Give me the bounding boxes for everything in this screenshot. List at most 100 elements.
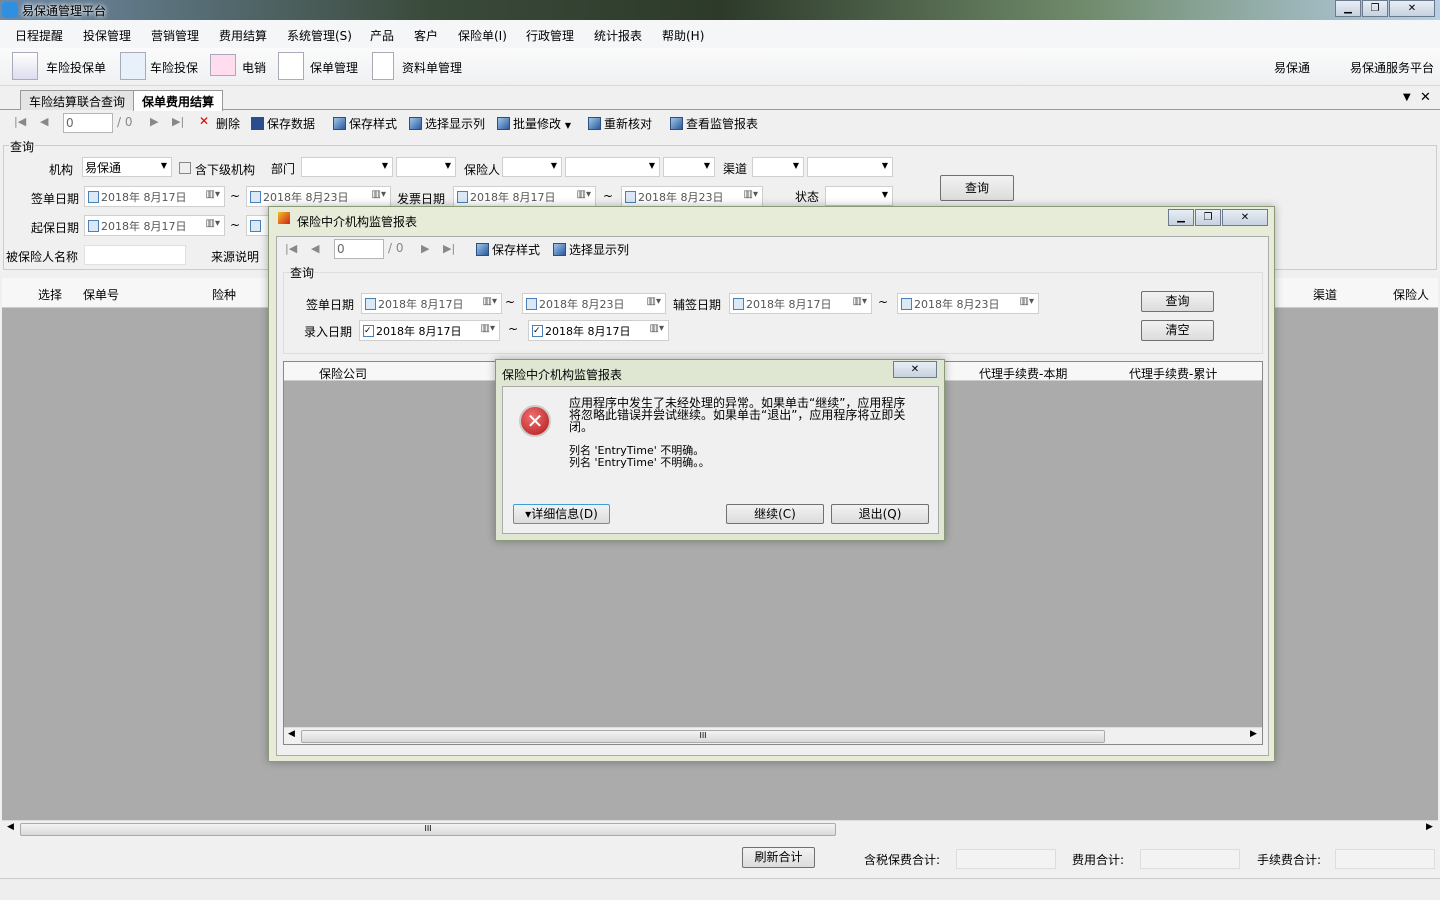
report-cosign-date-to[interactable]: 2018年 8月23日 ▥▾: [897, 293, 1039, 314]
menu-marketing[interactable]: 营销管理: [151, 27, 199, 44]
insurer-sub-select[interactable]: [565, 157, 660, 177]
first-page-icon[interactable]: |◀: [14, 115, 26, 128]
column-commission-cumulative[interactable]: 代理手续费-累计: [1129, 365, 1217, 382]
insurer-sub2-select[interactable]: [663, 157, 715, 177]
date-checkbox-checked[interactable]: ✓: [532, 325, 543, 337]
column-insurer[interactable]: 保险人: [1393, 286, 1429, 303]
recheck-button[interactable]: 重新核对: [588, 115, 652, 132]
menu-customer[interactable]: 客户: [414, 27, 438, 44]
menu-help[interactable]: 帮助(H): [662, 27, 704, 44]
close-tab-icon[interactable]: ✕: [1420, 90, 1431, 105]
report-page-input[interactable]: 0: [334, 239, 384, 259]
column-commission-current[interactable]: 代理手续费-本期: [979, 365, 1067, 382]
refresh-totals-button[interactable]: 刷新合计: [742, 847, 815, 868]
report-sign-date-to[interactable]: 2018年 8月23日 ▥▾: [522, 293, 666, 314]
menu-system[interactable]: 系统管理(S): [287, 27, 352, 44]
column-insurance-company[interactable]: 保险公司: [319, 365, 367, 382]
sign-date-from[interactable]: 2018年 8月17日 ▥▾: [84, 186, 225, 207]
details-button[interactable]: ▾详细信息(D): [513, 504, 610, 524]
toolbar-docs-mgmt[interactable]: 资料单管理: [402, 59, 462, 76]
date-checkbox[interactable]: [365, 298, 376, 310]
date-checkbox-checked[interactable]: ✓: [363, 325, 374, 337]
report-maximize-button[interactable]: ❐: [1195, 209, 1221, 226]
calendar-icon[interactable]: ▥▾: [206, 218, 220, 229]
menu-product[interactable]: 产品: [370, 27, 394, 44]
delete-button[interactable]: 删除: [216, 115, 240, 132]
prev-page-icon[interactable]: ◀: [311, 242, 319, 255]
calendar-icon[interactable]: ▥▾: [206, 189, 220, 200]
date-checkbox[interactable]: [88, 191, 99, 203]
scroll-left-icon[interactable]: ◀: [7, 822, 14, 832]
main-horizontal-scrollbar[interactable]: ◀ III ▶: [2, 820, 1438, 837]
report-clear-button[interactable]: 清空: [1141, 320, 1214, 341]
toolbar-policy-mgmt[interactable]: 保单管理: [310, 59, 358, 76]
calendar-icon[interactable]: ▥▾: [650, 323, 664, 334]
insurer-select[interactable]: [502, 157, 562, 177]
error-close-button[interactable]: ✕: [893, 361, 937, 378]
invoice-date-from[interactable]: 2018年 8月17日 ▥▾: [453, 186, 596, 207]
calendar-icon[interactable]: ▥▾: [577, 189, 591, 200]
view-report-button[interactable]: 查看监管报表: [670, 115, 758, 132]
dept-select[interactable]: [301, 157, 393, 177]
calendar-icon[interactable]: ▥▾: [483, 296, 497, 307]
include-sub-checkbox[interactable]: [179, 162, 191, 174]
sign-date-to[interactable]: 2018年 8月23日 ▥▾: [246, 186, 391, 207]
scrollbar-thumb[interactable]: III: [20, 823, 836, 836]
status-select[interactable]: [825, 186, 893, 206]
scroll-right-icon[interactable]: ▶: [1250, 729, 1257, 739]
org-select[interactable]: 易保通: [82, 157, 172, 177]
menu-fee[interactable]: 费用结算: [219, 27, 267, 44]
scrollbar-thumb[interactable]: III: [301, 730, 1105, 743]
last-page-icon[interactable]: ▶|: [443, 242, 455, 255]
date-checkbox[interactable]: [526, 298, 537, 310]
report-entry-date-from[interactable]: ✓ 2018年 8月17日 ▥▾: [359, 320, 500, 341]
close-button[interactable]: ✕: [1389, 0, 1435, 17]
date-checkbox[interactable]: [733, 298, 744, 310]
report-save-style-button[interactable]: 保存样式: [476, 241, 540, 258]
column-policy-no[interactable]: 保单号: [83, 286, 119, 303]
date-checkbox[interactable]: [88, 220, 99, 232]
channel-select[interactable]: [752, 157, 804, 177]
batch-edit-button[interactable]: 批量修改 ▼: [497, 115, 571, 132]
calendar-icon[interactable]: ▥▾: [744, 189, 758, 200]
date-checkbox[interactable]: [457, 191, 468, 203]
toolbar-vehicle-proposal[interactable]: 车险投保单: [46, 59, 106, 76]
column-select[interactable]: 选择: [38, 286, 62, 303]
report-choose-columns-button[interactable]: 选择显示列: [553, 241, 629, 258]
page-number-input[interactable]: 0: [63, 113, 113, 133]
minimize-button[interactable]: ▁: [1335, 0, 1361, 17]
maximize-button[interactable]: ❐: [1362, 0, 1388, 17]
menu-policy[interactable]: 保险单(I): [458, 27, 507, 44]
column-channel[interactable]: 渠道: [1313, 286, 1337, 303]
next-page-icon[interactable]: ▶: [421, 242, 429, 255]
report-horizontal-scrollbar[interactable]: ◀ III ▶: [284, 727, 1262, 744]
link-service-platform[interactable]: 易保通服务平台: [1350, 59, 1434, 76]
toolbar-vehicle-insure[interactable]: 车险投保: [150, 59, 198, 76]
quit-button[interactable]: 退出(Q): [831, 504, 929, 524]
date-checkbox[interactable]: [250, 191, 261, 203]
next-page-icon[interactable]: ▶: [150, 115, 158, 128]
column-coverage[interactable]: 险种: [212, 286, 236, 303]
report-minimize-button[interactable]: ▁: [1168, 209, 1194, 226]
scroll-right-icon[interactable]: ▶: [1426, 822, 1433, 832]
toolbar-telesales[interactable]: 电销: [242, 59, 266, 76]
channel-sub-select[interactable]: [807, 157, 893, 177]
calendar-icon[interactable]: ▥▾: [372, 189, 386, 200]
prev-page-icon[interactable]: ◀: [40, 115, 48, 128]
date-checkbox[interactable]: [901, 298, 912, 310]
report-cosign-date-from[interactable]: 2018年 8月17日 ▥▾: [729, 293, 872, 314]
scroll-left-icon[interactable]: ◀: [288, 729, 295, 739]
dept-sub-select[interactable]: [396, 157, 456, 177]
report-entry-date-to[interactable]: ✓ 2018年 8月17日 ▥▾: [528, 320, 669, 341]
menu-schedule[interactable]: 日程提醒: [15, 27, 63, 44]
report-sign-date-from[interactable]: 2018年 8月17日 ▥▾: [361, 293, 502, 314]
search-button[interactable]: 查询: [940, 175, 1014, 201]
calendar-icon[interactable]: ▥▾: [481, 323, 495, 334]
report-close-button[interactable]: ✕: [1222, 209, 1268, 226]
report-search-button[interactable]: 查询: [1141, 291, 1214, 312]
date-checkbox[interactable]: [250, 220, 261, 232]
link-ebaotong[interactable]: 易保通: [1274, 59, 1310, 76]
calendar-icon[interactable]: ▥▾: [1020, 296, 1034, 307]
first-page-icon[interactable]: |◀: [285, 242, 297, 255]
menu-admin[interactable]: 行政管理: [526, 27, 574, 44]
